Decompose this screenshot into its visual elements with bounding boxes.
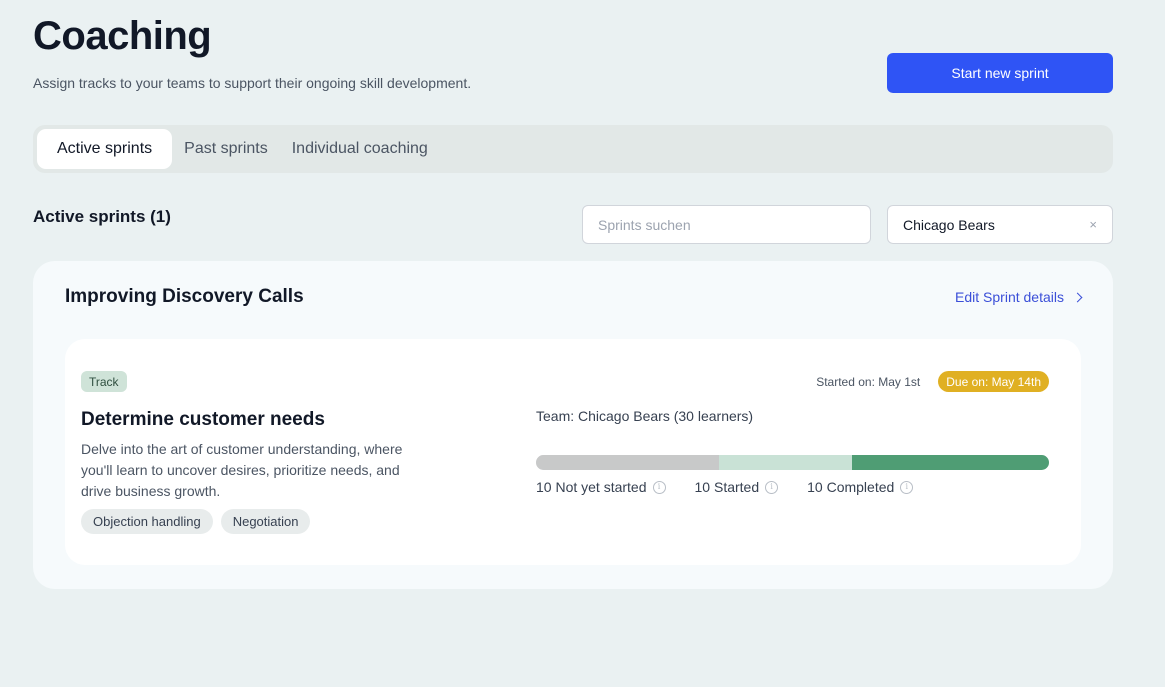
progress-segment-2 [719,455,852,470]
skill-tags: Objection handling Negotiation [81,509,311,534]
track-badge: Track [81,371,127,392]
info-icon[interactable]: i [652,480,666,494]
progress-segment-3 [852,455,1049,470]
edit-sprint-details-link[interactable]: Edit Sprint details [955,287,1083,307]
section-title: Active sprints (1) [33,207,171,226]
track-title: Determine customer needs [81,409,325,430]
skill-tag-negotiation: Negotiation [220,509,311,534]
team-filter-value: Chicago Bears [903,216,995,233]
page-subtitle: Assign tracks to your teams to support t… [33,75,472,91]
tab-past-sprints[interactable]: Past sprints [172,129,280,169]
track-card: Track Determine customer needs Delve int… [65,339,1081,565]
track-description: Delve into the art of customer understan… [81,441,403,499]
team-label: Team: Chicago Bears (30 learners) [536,408,754,424]
tab-active-sprints[interactable]: Active sprints [37,129,173,169]
sprint-search-input[interactable] [582,205,871,244]
edit-sprint-details-label: Edit Sprint details [955,289,1064,305]
legend-completed-label: 10 Completed [807,479,895,495]
start-new-sprint-button[interactable]: Start new sprint [887,53,1113,93]
legend-not-started: 10 Not yet started i [536,478,666,496]
legend-started-label: 10 Started [694,479,760,495]
tab-individual-coaching[interactable]: Individual coaching [280,129,440,169]
legend-completed: 10 Completed i [807,478,914,496]
sprint-dates: Started on: May 1st Due on: May 14th [816,371,1049,392]
sprint-title: Improving Discovery Calls [65,286,304,307]
clear-icon[interactable]: × [1089,218,1097,231]
page-title: Coaching [33,14,212,58]
progress-legend: 10 Not yet started i 10 Started i 10 Com… [536,478,914,496]
progress-segment-1 [536,455,719,470]
legend-not-started-label: 10 Not yet started [536,479,647,495]
started-on-date: Started on: May 1st [816,374,921,389]
progress-bar [536,455,1049,470]
legend-started: 10 Started i [695,478,779,496]
team-filter-select[interactable]: Chicago Bears × [887,205,1113,244]
sprint-card: Improving Discovery Calls Edit Sprint de… [33,261,1113,589]
due-date-badge: Due on: May 14th [938,371,1049,392]
info-icon[interactable]: i [900,480,914,494]
chevron-right-icon [1072,292,1083,302]
info-icon[interactable]: i [765,480,779,494]
skill-tag-objection-handling: Objection handling [81,509,213,534]
tab-bar: Active sprints Past sprints Individual c… [33,125,1113,173]
